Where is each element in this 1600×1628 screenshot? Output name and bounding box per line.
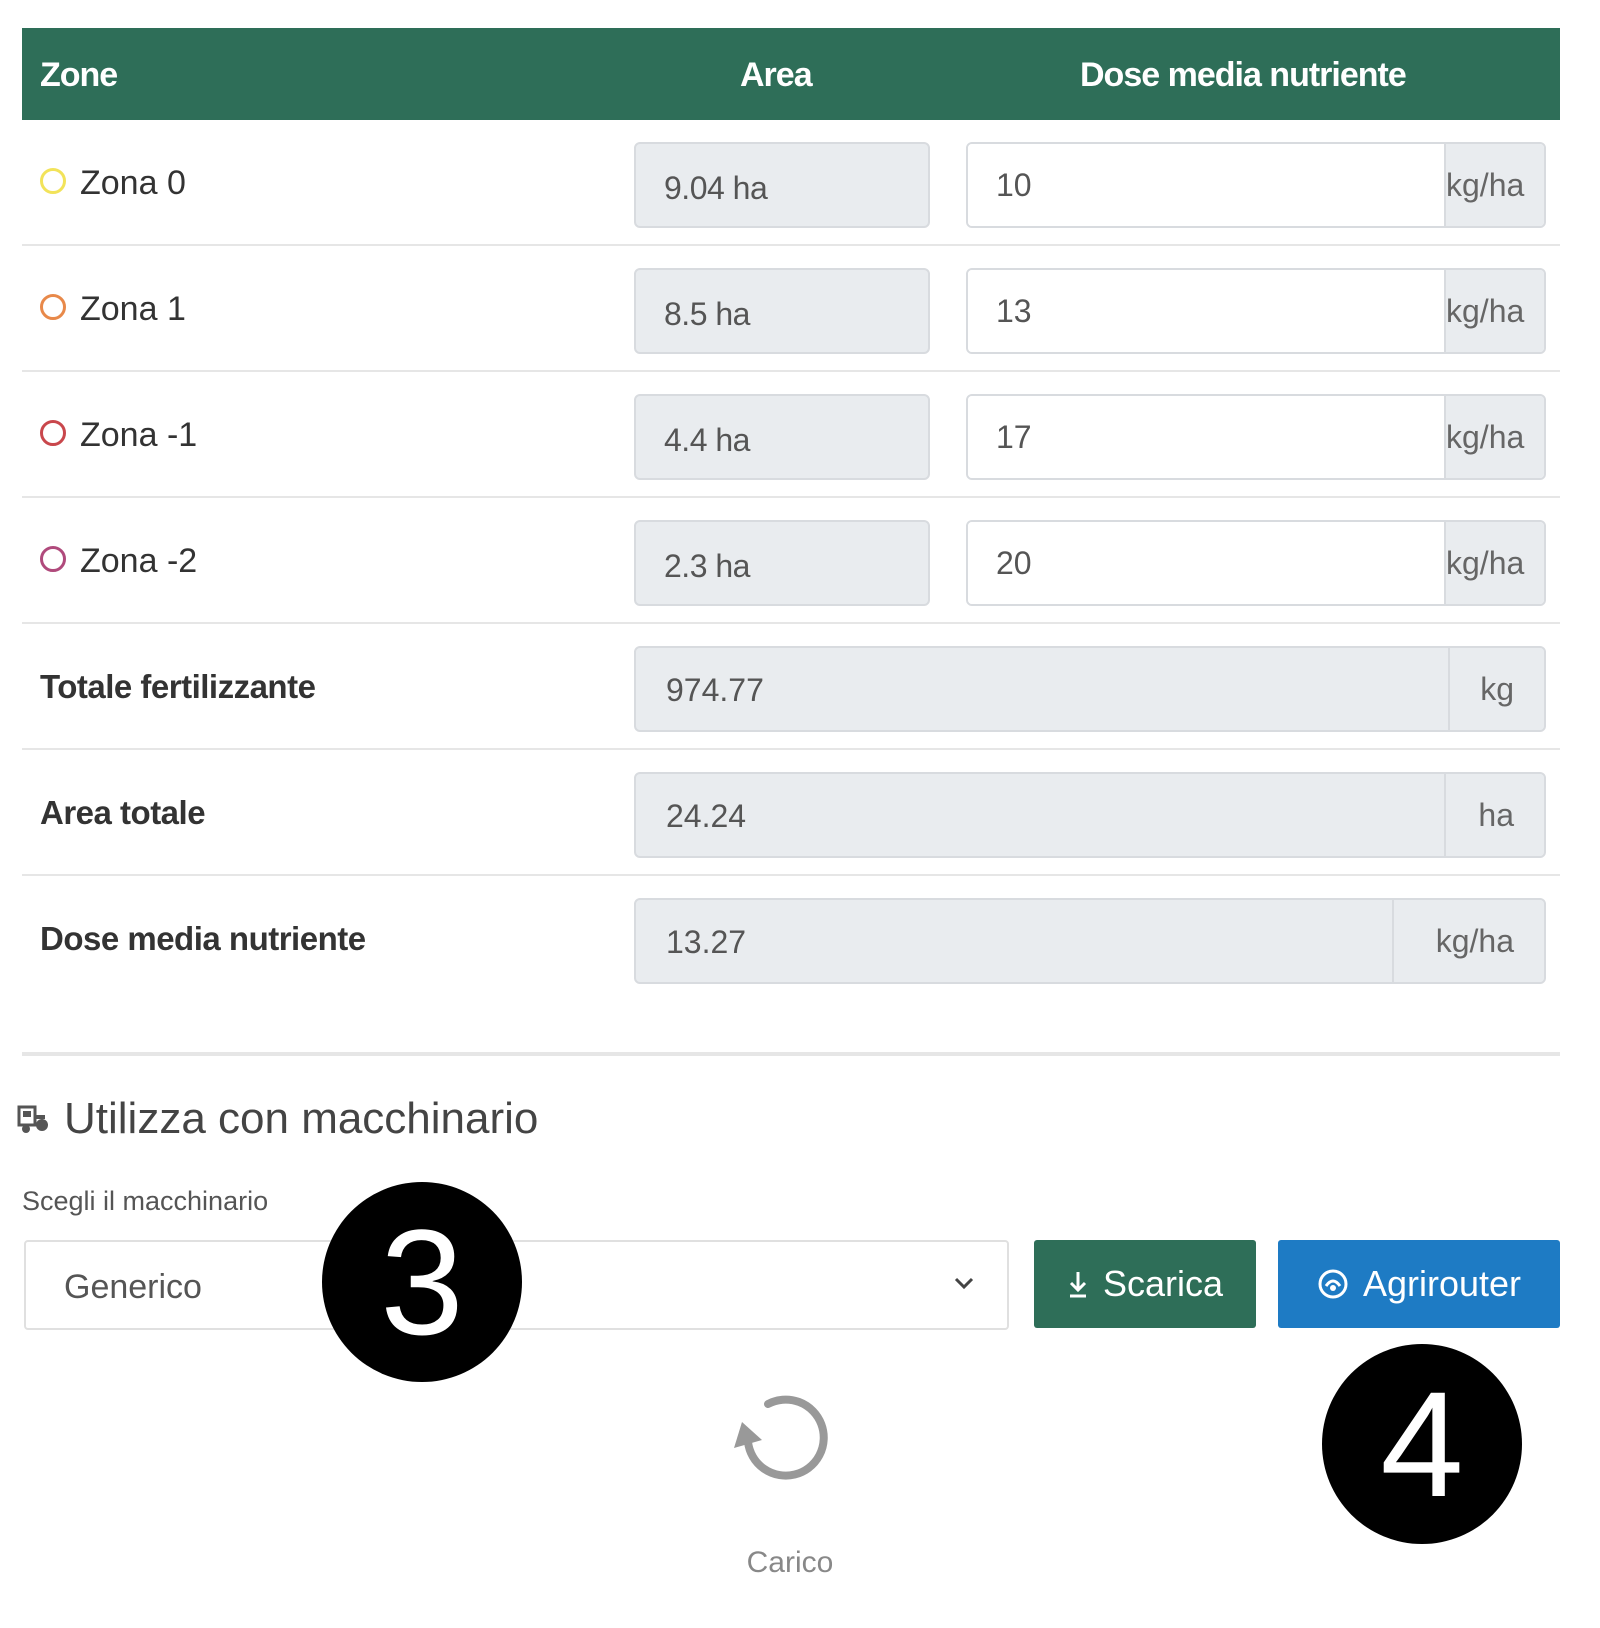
summary-label: Dose media nutriente bbox=[40, 920, 366, 957]
zone-label: Zona -2 bbox=[80, 542, 198, 580]
zone-dose-input[interactable] bbox=[968, 522, 1444, 604]
download-button[interactable]: Scarica bbox=[1034, 1240, 1256, 1328]
summary-field: 24.24 ha bbox=[634, 772, 1546, 858]
chevron-down-icon bbox=[954, 1277, 974, 1290]
summary-field: 974.77 kg bbox=[634, 646, 1546, 732]
summary-row-avg-dose: Dose media nutriente 13.27 kg/ha bbox=[22, 876, 1560, 1002]
zone-dose-group: kg/ha bbox=[966, 268, 1546, 354]
agrirouter-icon bbox=[1318, 1269, 1348, 1299]
zones-table: Zone Area Dose media nutriente Zona 0 9.… bbox=[22, 28, 1560, 1002]
zone-area-field: 9.04 ha bbox=[634, 142, 930, 228]
zone-color-dot bbox=[40, 545, 66, 572]
zone-dose-unit: kg/ha bbox=[1444, 270, 1544, 352]
agrirouter-button[interactable]: Agrirouter bbox=[1278, 1240, 1560, 1328]
agrirouter-button-label: Agrirouter bbox=[1362, 1263, 1522, 1304]
reload-icon bbox=[734, 1395, 828, 1480]
section-divider bbox=[22, 1052, 1560, 1056]
zone-area-field: 2.3 ha bbox=[634, 520, 930, 606]
summary-value: 24.24 bbox=[666, 798, 747, 834]
header-area: Area bbox=[740, 56, 813, 94]
zone-row-2: Zona -1 4.4 ha kg/ha bbox=[22, 372, 1560, 498]
download-icon bbox=[1069, 1272, 1087, 1298]
machinery-select-label: Scegli il macchinario bbox=[22, 1186, 269, 1216]
zone-dose-unit: kg/ha bbox=[1444, 144, 1544, 226]
zone-color-dot bbox=[40, 167, 66, 194]
summary-field: 13.27 kg/ha bbox=[634, 898, 1546, 984]
zone-color-dot bbox=[40, 419, 66, 446]
step-4-badge: 4 bbox=[1322, 1344, 1522, 1544]
step-3-badge: 3 bbox=[322, 1182, 522, 1382]
zone-label: Zona 0 bbox=[80, 164, 186, 202]
summary-unit: kg bbox=[1448, 648, 1544, 730]
zone-label: Zona 1 bbox=[80, 290, 186, 328]
zone-label: Zona -1 bbox=[80, 416, 198, 454]
zone-dose-group: kg/ha bbox=[966, 520, 1546, 606]
header-dose: Dose media nutriente bbox=[1080, 56, 1407, 94]
summary-label: Totale fertilizzante bbox=[40, 668, 316, 705]
zone-dose-group: kg/ha bbox=[966, 142, 1546, 228]
summary-row-total-area: Area totale 24.24 ha bbox=[22, 750, 1560, 876]
zone-area-field: 4.4 ha bbox=[634, 394, 930, 480]
machinery-title-text: Utilizza con macchinario bbox=[64, 1094, 539, 1143]
summary-value: 13.27 bbox=[666, 924, 747, 960]
loading-text: Carico bbox=[746, 1546, 834, 1579]
download-button-label: Scarica bbox=[1102, 1263, 1224, 1304]
machinery-selected-value: Generico bbox=[64, 1268, 202, 1306]
zone-dose-input[interactable] bbox=[968, 396, 1444, 478]
tractor-icon bbox=[17, 1105, 48, 1133]
zone-area-field: 8.5 ha bbox=[634, 268, 930, 354]
summary-label: Area totale bbox=[40, 794, 206, 831]
zone-dose-unit: kg/ha bbox=[1444, 396, 1544, 478]
summary-unit: ha bbox=[1444, 774, 1544, 856]
machinery-section-title: Utilizza con macchinario bbox=[16, 1094, 538, 1144]
zone-dose-input[interactable] bbox=[968, 270, 1444, 352]
zone-row-0: Zona 0 9.04 ha kg/ha bbox=[22, 120, 1560, 246]
zone-row-1: Zona 1 8.5 ha kg/ha bbox=[22, 246, 1560, 372]
summary-unit: kg/ha bbox=[1392, 900, 1544, 982]
header-zone: Zone bbox=[40, 56, 118, 94]
zone-dose-group: kg/ha bbox=[966, 394, 1546, 480]
zone-color-dot bbox=[40, 293, 66, 320]
zone-row-3: Zona -2 2.3 ha kg/ha bbox=[22, 498, 1560, 624]
summary-value: 974.77 bbox=[666, 672, 764, 708]
summary-row-total-fertilizer: Totale fertilizzante 974.77 kg bbox=[22, 624, 1560, 750]
table-header: Zone Area Dose media nutriente bbox=[22, 28, 1560, 120]
zone-dose-input[interactable] bbox=[968, 144, 1444, 226]
zone-dose-unit: kg/ha bbox=[1444, 522, 1544, 604]
